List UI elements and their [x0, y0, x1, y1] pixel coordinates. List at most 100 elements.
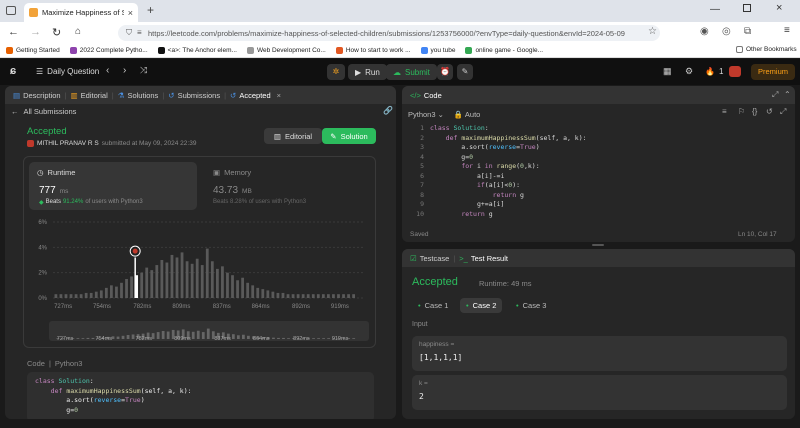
bookmark-item[interactable]: Getting Started: [6, 47, 60, 54]
avatar[interactable]: [729, 66, 741, 77]
browser-tab[interactable]: Maximize Happiness of Selecte ×: [24, 3, 138, 22]
histogram-bar: [276, 292, 280, 298]
menu-icon[interactable]: ≡: [784, 25, 790, 36]
leetcode-logo-icon[interactable]: ɕ: [10, 65, 16, 77]
shuffle-icon[interactable]: ⤨: [140, 65, 147, 76]
premium-button[interactable]: Premium: [751, 64, 795, 80]
pass-dot-icon: •: [418, 301, 421, 310]
site-info-icon[interactable]: ≡: [137, 28, 142, 37]
bookmark-icon[interactable]: ⚐: [738, 107, 745, 116]
runtime-card[interactable]: ◷ Runtime 777 ms ◆ Beats 91.24% of users …: [29, 162, 197, 210]
layout-icon[interactable]: ▦: [663, 66, 672, 77]
histogram-bar: [160, 260, 164, 298]
terminal-icon: >_: [459, 253, 468, 263]
tab-solutions[interactable]: ⚗ Solutions: [118, 91, 159, 100]
back-icon[interactable]: ←: [8, 26, 19, 38]
firefox-icon: [6, 47, 13, 54]
bookmark-item[interactable]: <a>: The Anchor elem...: [157, 47, 237, 54]
share-link-icon[interactable]: 🔗: [383, 106, 393, 115]
code-line: class Solution:: [430, 124, 489, 132]
settings-gear-icon[interactable]: ⚙: [685, 66, 693, 77]
prev-problem-icon[interactable]: ‹: [106, 65, 109, 76]
upload-cloud-icon: ☁: [393, 67, 401, 77]
bookmark-item[interactable]: How to start to work ...: [335, 47, 411, 54]
panel-resize-handle[interactable]: [592, 244, 604, 246]
submitter-line: MITHIL PRANAV R S submitted at May 09, 2…: [27, 140, 196, 147]
problem-list-button[interactable]: ☰ Daily Question: [36, 67, 99, 76]
range-bar: [247, 335, 250, 339]
debug-button[interactable]: ✲: [327, 64, 345, 80]
test-result-panel: ☑ Testcase | >_ Test Result Accepted Runtim…: [402, 249, 795, 419]
auto-complete-toggle[interactable]: 🔒 Auto: [454, 110, 480, 119]
tab-accepted[interactable]: ↺ Accepted ×: [230, 91, 281, 100]
close-tab-icon[interactable]: ×: [128, 8, 133, 18]
tab-code[interactable]: </> Code: [410, 91, 442, 100]
language-select[interactable]: Python3 ⌄: [408, 110, 444, 119]
line-number: 3: [420, 143, 424, 151]
submit-button[interactable]: ☁ Submit: [386, 64, 437, 80]
tab-test-result[interactable]: >_ Test Result: [459, 254, 508, 263]
tab-actions-icon[interactable]: [6, 6, 16, 15]
reload-icon[interactable]: ↻: [52, 26, 61, 39]
editorial-button[interactable]: ▥ Editorial: [264, 128, 322, 144]
bookmark-star-icon[interactable]: ☆: [648, 26, 657, 37]
code-editor[interactable]: class Solution: def maximumHappinessSum(…: [430, 124, 780, 219]
code-lang-header: Code | Python3: [27, 359, 83, 368]
tab-description[interactable]: ▤ Description: [13, 91, 61, 100]
histogram-bar: [241, 277, 244, 298]
minimize-icon[interactable]: —: [710, 4, 720, 15]
range-tick-label: 864ms: [253, 336, 270, 341]
case-tab-3[interactable]: • Case 3: [510, 298, 552, 313]
histogram-bar: [130, 276, 133, 298]
runtime-distribution-chart[interactable]: 6% 4% 2% 0% 727ms 754ms 782ms 809ms 837ms 864ms 89…: [23, 214, 376, 334]
bookmark-item[interactable]: you tube: [420, 47, 455, 54]
panel-maximize-icon[interactable]: ⤢: [772, 90, 778, 100]
histogram-bar: [69, 294, 73, 298]
address-bar[interactable]: ⛉ ≡ https://leetcode.com/problems/maximi…: [118, 25, 660, 41]
bookmark-item[interactable]: 2022 Complete Pytho...: [69, 47, 148, 54]
solution-button[interactable]: ✎ Solution: [322, 128, 376, 144]
new-tab-icon[interactable]: +: [147, 3, 154, 17]
histogram-bar: [296, 294, 300, 298]
runtime-range-selector[interactable]: 727ms 754ms 782ms 809ms 837ms 864ms 892ms 919ms: [49, 321, 369, 341]
tab-testcase[interactable]: ☑ Testcase: [410, 254, 449, 263]
next-problem-icon[interactable]: ›: [123, 65, 126, 76]
timer-button[interactable]: ⏰: [437, 64, 453, 80]
reset-icon[interactable]: ↺: [766, 107, 773, 116]
histogram-bar: [342, 294, 345, 298]
other-bookmarks[interactable]: Other Bookmarks: [736, 46, 797, 53]
histogram-bar: [165, 262, 169, 298]
bookmark-item[interactable]: Web Development Co...: [246, 47, 326, 54]
result-status: Accepted: [412, 276, 458, 288]
tab-editorial[interactable]: ▥ Editorial: [71, 91, 108, 100]
maximize-icon[interactable]: [743, 4, 751, 12]
extensions-icon[interactable]: ⧉: [744, 26, 751, 37]
y-tick-label: 0%: [38, 296, 47, 302]
close-window-icon[interactable]: ×: [776, 2, 782, 14]
panel-collapse-icon[interactable]: ⌃: [784, 90, 791, 99]
braces-icon[interactable]: {}: [752, 107, 757, 116]
all-submissions-link[interactable]: ← All Submissions: [11, 107, 76, 116]
case-tab-2[interactable]: • Case 2: [460, 298, 503, 313]
line-number: 7: [420, 181, 424, 189]
streak-counter[interactable]: 🔥 1: [705, 67, 723, 76]
forward-icon[interactable]: →: [30, 26, 41, 38]
notes-button[interactable]: ✎: [457, 64, 473, 80]
avatar[interactable]: [27, 140, 34, 147]
align-icon[interactable]: ≡: [722, 107, 727, 116]
code-icon: </>: [410, 90, 421, 100]
run-button[interactable]: ▶ Run: [348, 64, 387, 80]
home-icon[interactable]: ⌂: [75, 26, 81, 37]
bookmark-item[interactable]: online game - Google...: [465, 47, 543, 54]
histogram-bar: [215, 268, 219, 298]
account-icon[interactable]: ◎: [722, 26, 731, 37]
range-tick-label: 809ms: [174, 336, 191, 341]
histogram-bar: [74, 294, 78, 298]
tab-submissions[interactable]: ↺ Submissions: [168, 91, 220, 100]
fullscreen-icon[interactable]: ⤢: [780, 107, 786, 117]
case-tab-1[interactable]: • Case 1: [412, 298, 454, 313]
memory-card[interactable]: ▣ Memory 43.73 MB Beats 8.28% of users wi…: [205, 162, 365, 210]
pocket-icon[interactable]: ◉: [700, 26, 709, 37]
username[interactable]: MITHIL PRANAV R S: [37, 140, 99, 147]
close-tab-icon[interactable]: ×: [277, 91, 281, 100]
